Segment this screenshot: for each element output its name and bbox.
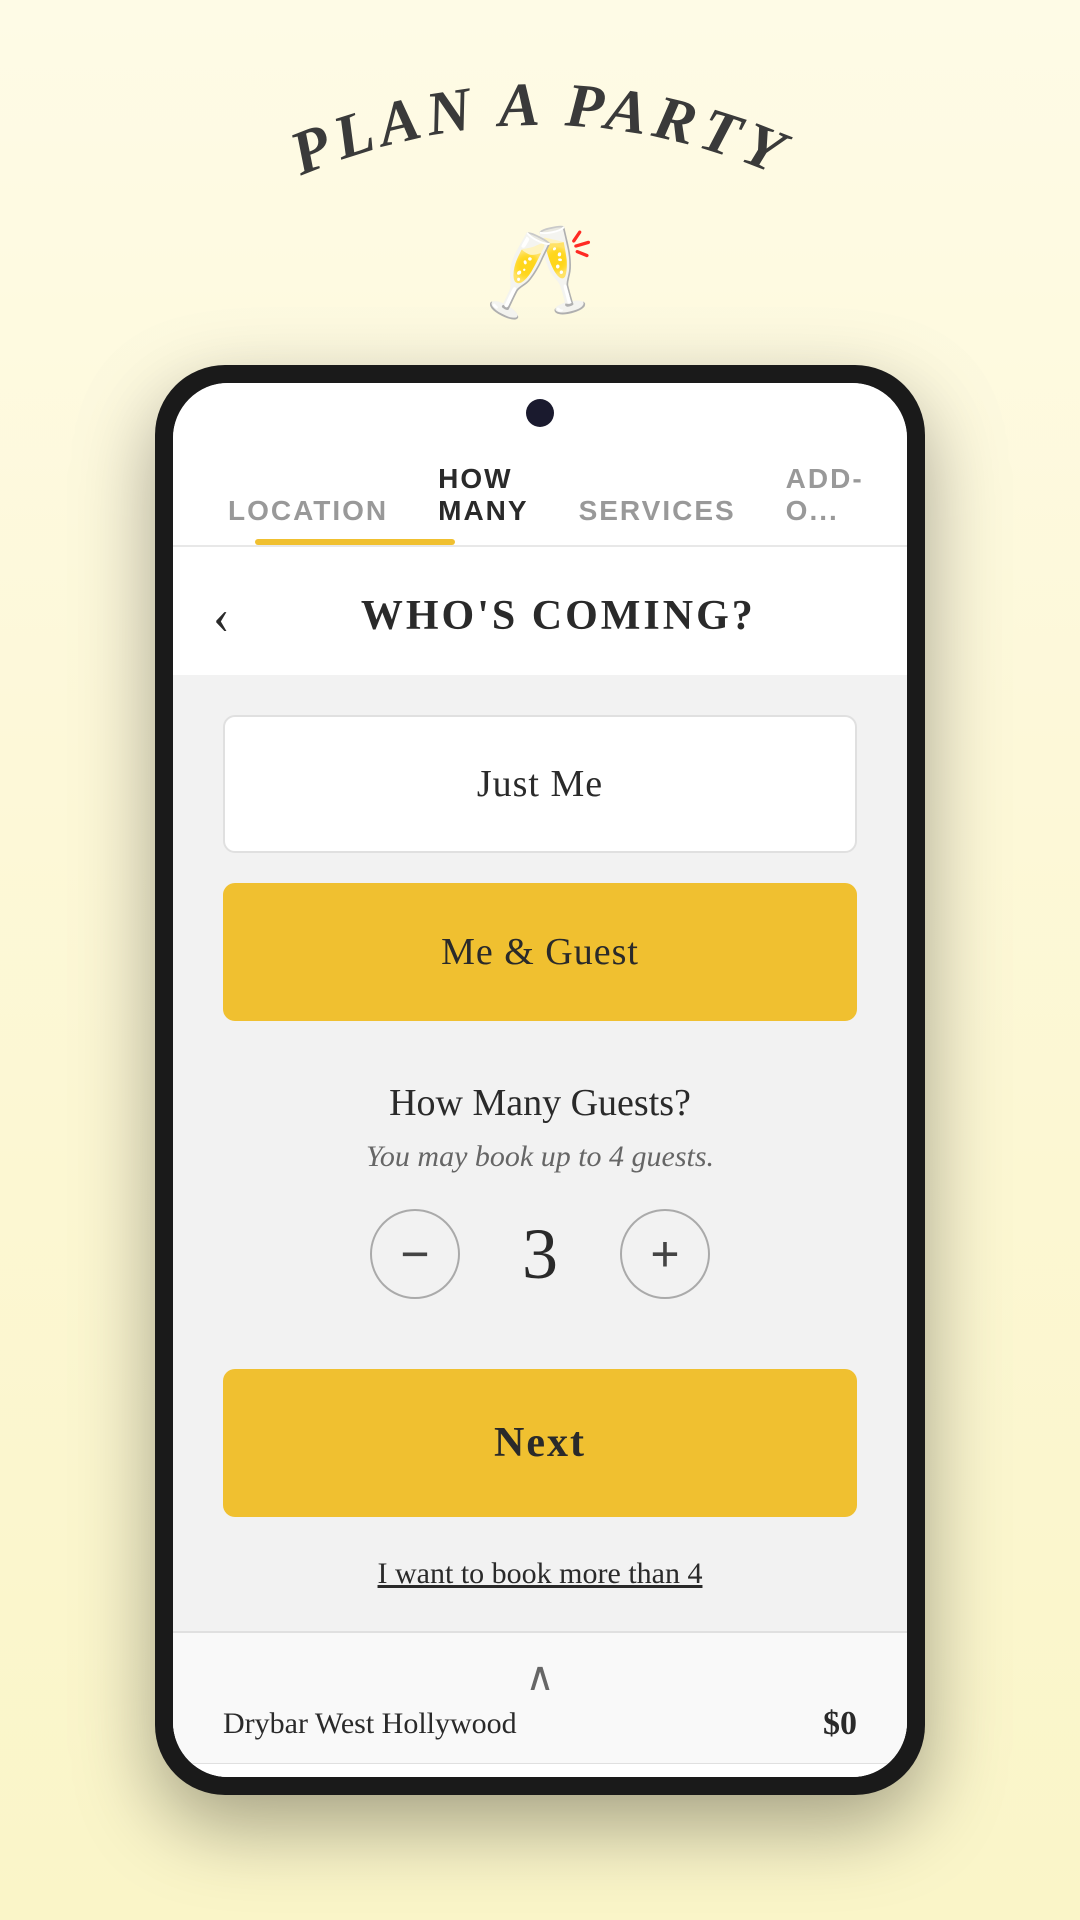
- book-more-than-4-link[interactable]: I want to book more than 4: [223, 1557, 857, 1591]
- counter-value: 3: [510, 1213, 570, 1296]
- page-title: WHO'S COMING?: [250, 592, 867, 640]
- price-display: $0: [823, 1705, 857, 1743]
- guest-counter-title: How Many Guests?: [389, 1081, 691, 1125]
- tab-navigation: LOCATION HOW MANY SERVICES ADD-O...: [173, 443, 907, 539]
- page-header: ‹ WHO'S COMING?: [173, 547, 907, 675]
- counter-row: − 3 +: [370, 1209, 710, 1299]
- content-area: Just Me Me & Guest How Many Guests? You …: [173, 675, 907, 1631]
- phone-frame: LOCATION HOW MANY SERVICES ADD-O... ‹ WH…: [155, 365, 925, 1795]
- just-me-button[interactable]: Just Me: [223, 715, 857, 853]
- increment-button[interactable]: +: [620, 1209, 710, 1299]
- tab-underline-indicator: [255, 539, 455, 545]
- drawer-chevron-icon: ∧: [525, 1653, 554, 1700]
- me-and-guest-button[interactable]: Me & Guest: [223, 883, 857, 1021]
- decrement-button[interactable]: −: [370, 1209, 460, 1299]
- tab-services[interactable]: SERVICES: [554, 475, 761, 539]
- tab-how-many[interactable]: HOW MANY: [413, 443, 553, 539]
- champagne-icon: 🥂: [484, 220, 596, 325]
- location-name: Drybar West Hollywood: [223, 1707, 517, 1741]
- camera-dot: [526, 399, 554, 427]
- bottom-drawer[interactable]: ∧ Drybar West Hollywood $0: [173, 1631, 907, 1763]
- guest-counter-subtitle: You may book up to 4 guests.: [366, 1140, 714, 1174]
- main-content: ‹ WHO'S COMING? Just Me Me & Guest How M…: [173, 547, 907, 1777]
- tab-location[interactable]: LOCATION: [203, 475, 413, 539]
- bottom-navigation: ⌂ Home 📋 Book 📅 My Appts 👤 Account: [173, 1763, 907, 1777]
- tab-underline-container: [173, 539, 907, 545]
- drawer-info: Drybar West Hollywood $0: [223, 1705, 857, 1743]
- status-bar: [173, 383, 907, 443]
- guest-counter-section: How Many Guests? You may book up to 4 gu…: [223, 1051, 857, 1329]
- phone-inner: LOCATION HOW MANY SERVICES ADD-O... ‹ WH…: [173, 383, 907, 1777]
- top-section: PLAN A PARTY 🥂: [190, 0, 890, 365]
- back-button[interactable]: ‹: [213, 587, 230, 645]
- next-button[interactable]: Next: [223, 1369, 857, 1517]
- tab-add-ons[interactable]: ADD-O...: [761, 443, 889, 539]
- svg-text:PLAN A PARTY: PLAN A PARTY: [280, 80, 799, 189]
- arc-title-wrapper: PLAN A PARTY: [190, 80, 890, 210]
